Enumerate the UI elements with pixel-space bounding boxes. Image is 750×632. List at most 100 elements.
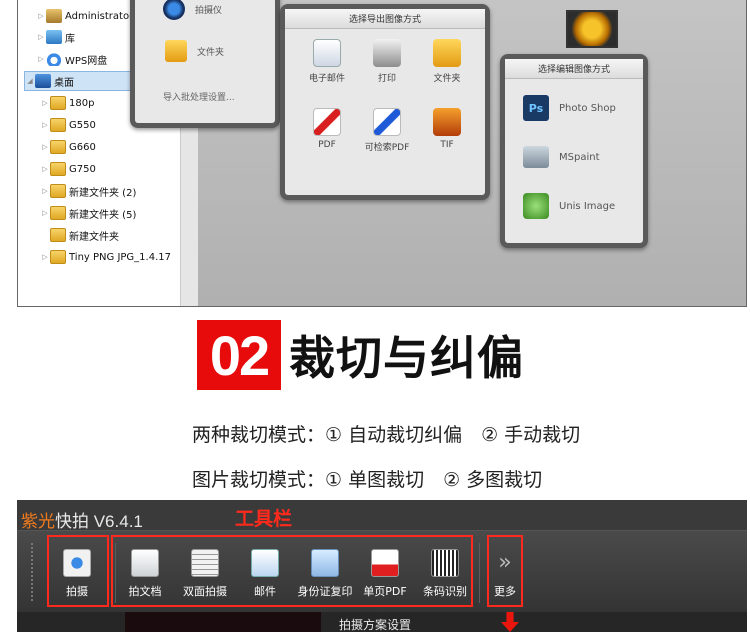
- tree-item-new-folder-5[interactable]: ▷ 新建文件夹 (5): [40, 203, 136, 223]
- explorer-screenshot: ▷ Administrator ▷ 库 ▷ WPS网盘 ◢ 桌面 ▷ 180p …: [17, 0, 747, 307]
- expand-arrow-icon[interactable]: ▷: [40, 121, 50, 129]
- barcode-recognition-button[interactable]: 条码识别: [413, 549, 477, 607]
- expand-arrow-icon[interactable]: ▷: [40, 209, 50, 217]
- export-panel-title: 选择导出图像方式: [285, 9, 485, 29]
- tree-item-label: 库: [65, 33, 75, 45]
- tree-item-administrator[interactable]: ▷ Administrator: [36, 6, 133, 26]
- expand-arrow-icon[interactable]: ▷: [40, 165, 50, 173]
- expand-arrow-icon[interactable]: ▷: [40, 143, 50, 151]
- preview-panel: [125, 612, 321, 632]
- folder-icon: [50, 118, 66, 132]
- tree-item-g750[interactable]: ▷ G750: [40, 159, 96, 179]
- user-folder-icon: [46, 9, 62, 23]
- folder-icon: [50, 96, 66, 110]
- single-page-pdf-button[interactable]: 单页PDF: [353, 549, 417, 607]
- tree-item-label: G550: [69, 119, 96, 131]
- tree-item-library[interactable]: ▷ 库: [36, 27, 75, 47]
- email-button[interactable]: 邮件: [233, 549, 297, 607]
- folder-icon: [50, 184, 66, 198]
- toolbar-annotation: 工具栏: [235, 508, 293, 530]
- import-settings-link[interactable]: 导入批处理设置...: [163, 90, 235, 103]
- tree-item-new-folder-2[interactable]: ▷ 新建文件夹 (2): [40, 181, 136, 201]
- photoshop-icon: Ps: [523, 95, 549, 121]
- tile-label: 打印: [377, 74, 396, 84]
- desktop-icon: [35, 74, 51, 88]
- import-folder-row[interactable]: 文件夹: [165, 40, 224, 62]
- edit-panel: 选择编辑图像方式 Ps Photo Shop MSpaint Unis Imag…: [500, 54, 648, 248]
- cloud-icon: [46, 52, 62, 66]
- tree-item-label: WPS网盘: [65, 55, 108, 67]
- expand-arrow-icon[interactable]: ▷: [40, 99, 50, 107]
- toolbar-grip[interactable]: [31, 543, 35, 601]
- import-panel: 拍摄仪 文件夹 导入批处理设置...: [130, 0, 280, 128]
- export-tif-tile[interactable]: TIF: [417, 108, 477, 150]
- tile-label: 可检索PDF: [364, 143, 410, 153]
- button-label: 拍摄: [66, 585, 88, 598]
- app-window: 紫光快拍 V6.4.1 工具栏 拍摄 拍文档 双面拍摄 邮件 身份证复印 单页P…: [17, 500, 747, 632]
- duplex-capture-button[interactable]: 双面拍摄: [173, 549, 237, 607]
- edit-option-label: MSpaint: [559, 151, 600, 163]
- tif-icon: [433, 108, 461, 136]
- tree-item-label: 桌面: [54, 77, 74, 89]
- section-number-badge: 02: [197, 320, 281, 390]
- collapse-arrow-icon[interactable]: ◢: [25, 77, 35, 85]
- export-panel: 选择导出图像方式 电子邮件 打印 文件夹 PDF 可检索PDF TIF: [280, 4, 490, 200]
- edit-unis-row[interactable]: Unis Image: [523, 193, 615, 219]
- chevron-right-icon: »: [498, 550, 512, 575]
- id-card-icon: [311, 549, 339, 577]
- tree-item-label: G750: [69, 163, 96, 175]
- tile-label: 电子邮件: [308, 74, 345, 84]
- section-title: 裁切与纠偏: [289, 331, 524, 385]
- tree-item-new-folder[interactable]: 新建文件夹: [50, 225, 119, 245]
- expand-arrow-icon[interactable]: ▷: [36, 33, 46, 41]
- edit-mspaint-row[interactable]: MSpaint: [523, 146, 600, 168]
- more-button[interactable]: » 更多: [473, 549, 537, 607]
- folder-icon: [165, 40, 187, 62]
- description-line-2: 图片裁切模式：① 单图裁切 ② 多图裁切: [192, 469, 543, 491]
- printer-icon: [373, 39, 401, 67]
- capture-button[interactable]: 拍摄: [45, 549, 109, 607]
- capture-settings-title[interactable]: 拍摄方案设置: [339, 616, 411, 632]
- duplex-page-icon: [191, 549, 219, 577]
- edit-photoshop-row[interactable]: Ps Photo Shop: [523, 95, 616, 121]
- button-label: 单页PDF: [363, 585, 407, 598]
- tree-item-wps-cloud[interactable]: ▷ WPS网盘: [36, 49, 107, 69]
- export-pdf-tile[interactable]: PDF: [297, 108, 357, 150]
- camera-icon: [63, 549, 91, 577]
- pdf-icon: [313, 108, 341, 136]
- tree-item-tiny-png[interactable]: ▷ Tiny PNG JPG_1.4.17: [40, 247, 171, 267]
- tree-item-g660[interactable]: ▷ G660: [40, 137, 96, 157]
- tree-item-label: 新建文件夹 (2): [69, 187, 137, 199]
- id-copy-button[interactable]: 身份证复印: [293, 549, 357, 607]
- camera-icon: [163, 0, 185, 20]
- export-email-tile[interactable]: 电子邮件: [297, 39, 357, 84]
- expand-arrow-icon[interactable]: ▷: [36, 12, 46, 20]
- tree-item-label: 180p: [69, 97, 95, 109]
- export-print-tile[interactable]: 打印: [357, 39, 417, 84]
- section-heading: 02 裁切与纠偏: [197, 320, 524, 390]
- folder-icon: [50, 228, 66, 242]
- export-folder-tile[interactable]: 文件夹: [417, 39, 477, 84]
- export-searchable-pdf-tile[interactable]: 可检索PDF: [357, 108, 417, 153]
- expand-arrow-icon[interactable]: ▷: [36, 55, 46, 63]
- tree-item-180p[interactable]: ▷ 180p: [40, 93, 94, 113]
- tree-item-label: Administrator: [65, 10, 134, 22]
- tile-label: PDF: [318, 140, 336, 150]
- expand-arrow-icon[interactable]: ▷: [40, 187, 50, 195]
- folder-icon: [50, 162, 66, 176]
- import-camera-row[interactable]: 拍摄仪: [163, 0, 222, 20]
- tree-item-label: Tiny PNG JPG_1.4.17: [69, 251, 171, 263]
- button-label: 条码识别: [423, 585, 467, 598]
- toolbar: 拍摄 拍文档 双面拍摄 邮件 身份证复印 单页PDF 条码识别 » 更多: [17, 530, 747, 612]
- camera-label: 拍摄仪: [195, 5, 223, 16]
- tree-item-g550[interactable]: ▷ G550: [40, 115, 96, 135]
- tree-item-label: G660: [69, 141, 96, 153]
- expand-arrow-icon[interactable]: ▷: [40, 253, 50, 261]
- folder-label: 文件夹: [197, 47, 225, 58]
- image-thumbnail[interactable]: [566, 10, 618, 48]
- edit-option-label: Photo Shop: [559, 102, 616, 114]
- button-label: 双面拍摄: [183, 585, 227, 598]
- folder-icon: [50, 250, 66, 264]
- scan-document-button[interactable]: 拍文档: [113, 549, 177, 607]
- document-icon: [131, 549, 159, 577]
